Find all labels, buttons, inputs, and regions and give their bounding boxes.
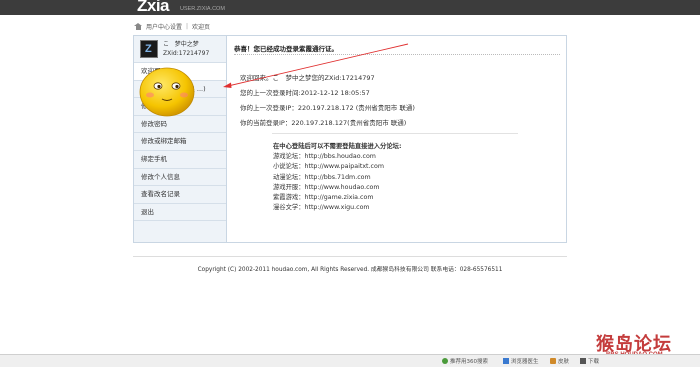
copyright-text: Copyright (C) 2002-2011 houdao.com, All … — [197, 267, 503, 273]
status-download[interactable]: 下载 — [580, 357, 599, 365]
forum-link[interactable]: 漫谷文学：http://www.xigu.com — [273, 203, 401, 213]
status-bar: 推荐用360搜索 浏览器医生 皮肤 下载 — [0, 354, 700, 367]
forum-list: 在中心登陆后可以不需要登陆直接进入分论坛: 游戏论坛：http://bbs.ho… — [273, 142, 401, 213]
info-divider — [272, 133, 518, 134]
profile-box: こ 梦中之梦 ZXid:17214797 — [134, 36, 226, 63]
sidebar-item-logout[interactable]: 退出 — [134, 204, 226, 222]
profile-name: 梦中之梦 — [174, 41, 199, 48]
breadcrumb: 用户中心设置 | 欢迎页 — [134, 20, 210, 32]
status-browser-doctor[interactable]: 浏览器医生 — [503, 357, 539, 365]
avatar — [140, 40, 158, 58]
page-title: 恭喜！您已经成功登录紫霞通行证。 — [234, 45, 338, 53]
profile-name-line: こ 梦中之梦 — [163, 40, 209, 49]
forum-link[interactable]: 小说论坛：http://www.paipaitxt.com — [273, 162, 401, 172]
current-login-ip: 你的当前登录IP：220.197.218.127(贵州省贵阳市 联通) — [240, 119, 407, 127]
zxia-logo[interactable]: Zxia — [137, 0, 170, 16]
profile-prefix: こ — [163, 41, 170, 48]
forum-link[interactable]: 游戏开服：http://www.houdao.com — [273, 183, 401, 193]
forum-title: 在中心登陆后可以不需要登陆直接进入分论坛: — [273, 143, 402, 150]
profile-zxid: ZXid:17214797 — [163, 50, 210, 57]
logo-url: USER.ZIXIA.COM — [180, 6, 225, 12]
last-login-time: 您的上一次登录时间:2012-12-12 18:05:57 — [240, 89, 370, 97]
skin-icon — [550, 358, 556, 364]
search-icon — [442, 358, 448, 364]
forum-link[interactable]: 紫霞游戏：http://game.zixia.com — [273, 193, 401, 203]
smiley-face-icon — [139, 67, 195, 117]
breadcrumb-separator: | — [186, 22, 189, 30]
footer-divider — [133, 256, 567, 257]
status-skin[interactable]: 皮肤 — [550, 357, 569, 365]
top-header: Zxia USER.ZIXIA.COM — [0, 0, 700, 15]
sidebar-item-change-password[interactable]: 修改密码 — [134, 116, 226, 134]
forum-link[interactable]: 动漫论坛：http://bbs.71dm.com — [273, 173, 401, 183]
welcome-line: 欢迎回来。こ 梦中之梦您的ZXid:17214797 — [240, 74, 375, 82]
breadcrumb-current: 欢迎页 — [192, 23, 211, 31]
sidebar-item-bind-phone[interactable]: 绑定手机 — [134, 151, 226, 169]
sidebar-item-rename-history[interactable]: 查看改名记录 — [134, 186, 226, 204]
home-icon[interactable] — [134, 22, 142, 30]
download-icon — [580, 358, 586, 364]
login-info: 欢迎回来。こ 梦中之梦您的ZXid:17214797 您的上一次登录时间:201… — [240, 71, 415, 131]
forum-link[interactable]: 游戏论坛：http://bbs.houdao.com — [273, 152, 401, 162]
doctor-icon — [503, 358, 509, 364]
breadcrumb-section[interactable]: 用户中心设置 — [146, 22, 182, 31]
sidebar-item-personal-info[interactable]: 修改个人信息 — [134, 169, 226, 187]
last-login-ip: 你的上一次登录IP：220.197.218.172 (贵州省贵阳市 联通) — [240, 104, 415, 112]
title-divider — [234, 54, 560, 55]
status-360-search[interactable]: 推荐用360搜索 — [442, 357, 488, 365]
sidebar-item-email[interactable]: 修改或绑定邮箱 — [134, 133, 226, 151]
